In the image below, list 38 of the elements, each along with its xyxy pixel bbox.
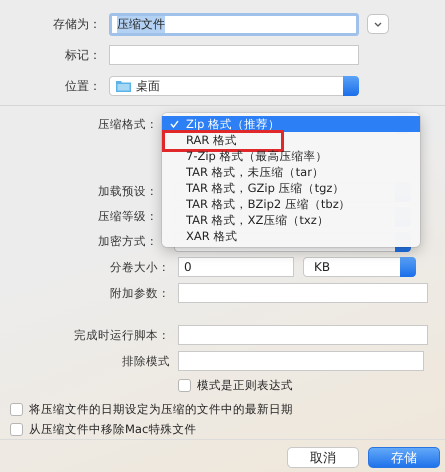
- field-label: 完成时运行脚本：: [73, 328, 170, 342]
- input-field[interactable]: [178, 283, 428, 303]
- menu-item[interactable]: XAR 格式: [162, 228, 420, 244]
- checkbox-label: 从压缩文件中移除Mac特殊文件: [29, 422, 196, 436]
- menu-item[interactable]: TAR 格式，未压缩（tar）: [162, 164, 420, 180]
- menu-item[interactable]: RAR 格式: [162, 132, 420, 148]
- checkbox[interactable]: [10, 422, 23, 436]
- menu-item[interactable]: TAR 格式，GZip 压缩（tgz）: [162, 180, 420, 196]
- field-label: 附加参数：: [109, 286, 170, 300]
- field-label: 排除模式: [121, 354, 170, 368]
- checkbox-label: 模式是正则表达式: [197, 378, 293, 392]
- expand-button[interactable]: [367, 14, 389, 34]
- location-popup[interactable]: 桌面: [109, 76, 359, 96]
- tags-field[interactable]: [109, 45, 359, 65]
- folder-icon: [116, 80, 131, 92]
- menu-item[interactable]: TAR 格式，XZ压缩（txz）: [162, 212, 420, 228]
- field-label: 加载预设：: [97, 184, 158, 199]
- field-label: 压缩格式：: [97, 116, 158, 132]
- unit-popup[interactable]: KB: [303, 257, 416, 277]
- menu-item[interactable]: Zip 格式（推荐）: [162, 116, 420, 132]
- field-label: 存储为：: [52, 16, 101, 32]
- checkbox[interactable]: [178, 378, 191, 392]
- field-label: 位置：: [64, 78, 101, 94]
- field-label: 加密方式：: [97, 234, 158, 249]
- input-field[interactable]: [178, 351, 424, 371]
- cancel-button[interactable]: 取消: [287, 447, 359, 468]
- filename-field[interactable]: 压缩文件: [109, 12, 359, 36]
- menu-item[interactable]: TAR 格式，BZip2 压缩（tbz）: [162, 196, 420, 212]
- checkbox[interactable]: [10, 402, 23, 416]
- checkbox-label: 将压缩文件的日期设定为压缩的文件中的最新日期: [29, 402, 293, 416]
- input-field[interactable]: [178, 325, 428, 345]
- field-label: 压缩等级：: [97, 209, 158, 224]
- menu-item[interactable]: 7-Zip 格式（最高压缩率）: [162, 148, 420, 164]
- checkmark-icon: [170, 120, 178, 128]
- chevron-icon: [374, 22, 382, 26]
- field-label: 标记：: [64, 46, 101, 64]
- field-label: 分卷大小：: [109, 260, 170, 274]
- volume-size-field[interactable]: 0: [178, 257, 294, 277]
